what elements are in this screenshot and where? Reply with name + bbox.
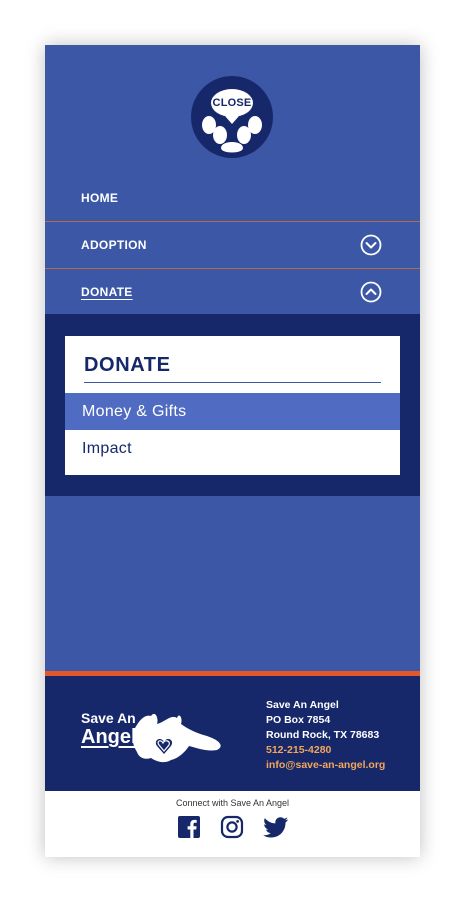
main-nav: HOME ADOPTION DONATE bbox=[45, 175, 420, 315]
social-icons bbox=[177, 815, 289, 839]
logo-text-line2: Angel bbox=[81, 726, 137, 748]
twitter-icon[interactable] bbox=[263, 815, 288, 839]
city-state-zip: Round Rock, TX 78683 bbox=[266, 729, 380, 741]
email-link[interactable]: info@save-an-angel.org bbox=[266, 758, 385, 773]
chevron-up-circle-icon[interactable] bbox=[360, 281, 382, 303]
footer: Save An Angel Save An Angel PO Box 7854 … bbox=[45, 676, 420, 791]
nav-item-donate[interactable]: DONATE bbox=[45, 269, 420, 315]
instagram-icon[interactable] bbox=[220, 815, 244, 839]
submenu-title: DONATE bbox=[84, 354, 381, 383]
donate-submenu: DONATE Money & Gifts Impact bbox=[45, 314, 420, 496]
org-name: Save An Angel bbox=[266, 699, 339, 711]
contact-address: Save An Angel PO Box 7854 Round Rock, TX… bbox=[266, 698, 385, 773]
phone-link[interactable]: 512-215-4280 bbox=[266, 743, 385, 758]
logo-text-line1: Save An bbox=[81, 710, 136, 726]
save-an-angel-logo[interactable]: Save An Angel bbox=[79, 696, 229, 773]
po-box: PO Box 7854 bbox=[266, 714, 331, 726]
connect-text: Connect with Save An Angel bbox=[175, 798, 290, 808]
chevron-down-circle-icon[interactable] bbox=[360, 234, 382, 256]
nav-item-label: DONATE bbox=[81, 285, 133, 299]
close-menu-button[interactable]: CLOSE bbox=[191, 76, 273, 158]
close-label: CLOSE bbox=[212, 97, 252, 109]
nav-item-adoption[interactable]: ADOPTION bbox=[45, 222, 420, 269]
submenu-item-impact[interactable]: Impact bbox=[65, 430, 400, 467]
nav-item-label: HOME bbox=[81, 191, 119, 205]
nav-item-home[interactable]: HOME bbox=[45, 175, 420, 222]
facebook-icon[interactable] bbox=[177, 815, 201, 839]
nav-item-label: ADOPTION bbox=[81, 238, 147, 252]
mobile-menu-panel: CLOSE HOME ADOPTION DONATE DONATE Money … bbox=[45, 45, 420, 857]
submenu-item-money-gifts[interactable]: Money & Gifts bbox=[65, 393, 400, 430]
submenu-card: DONATE Money & Gifts Impact bbox=[65, 336, 400, 475]
social-section: Connect with Save An Angel bbox=[45, 791, 420, 857]
paw-icon bbox=[202, 89, 262, 153]
